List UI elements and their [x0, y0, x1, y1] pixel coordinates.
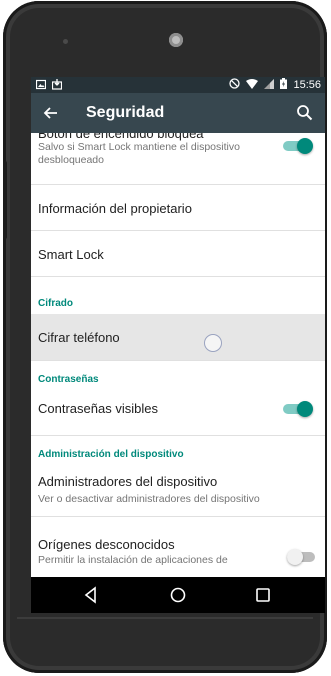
item-title: Smart Lock	[38, 247, 104, 262]
item-title: Botón de encendido bloquea	[38, 133, 204, 141]
list-item-device-admins[interactable]: Administradores del dispositivo Ver o de…	[31, 463, 325, 515]
item-subtitle: Permitir la instalación de aplicaciones …	[38, 554, 228, 566]
bezel-line	[17, 617, 313, 619]
item-subtitle: Salvo si Smart Lock mantiene el disposit…	[38, 141, 240, 166]
search-icon[interactable]	[295, 103, 315, 123]
unknown-sources-switch[interactable]	[287, 549, 317, 565]
settings-list: Botón de encendido bloquea Salvo si Smar…	[31, 133, 325, 577]
list-item-visible-passwords[interactable]: Contraseñas visibles	[31, 389, 325, 433]
list-item-unknown-sources[interactable]: Orígenes desconocidos Permitir la instal…	[31, 517, 325, 577]
section-header-device-admin: Administración del dispositivo	[38, 449, 184, 460]
item-title: Contraseñas visibles	[38, 401, 158, 416]
status-clock: 15:56	[293, 79, 321, 91]
side-button[interactable]	[3, 161, 7, 239]
nav-recents-icon[interactable]	[253, 585, 273, 605]
divider	[31, 435, 325, 436]
download-notification-icon	[51, 79, 63, 90]
visible-passwords-switch[interactable]	[283, 401, 313, 417]
screen: 15:56 Seguridad Botón de encendido bloqu…	[31, 77, 325, 613]
list-item-owner-info[interactable]: Información del propietario	[31, 185, 325, 230]
status-bar: 15:56	[31, 77, 325, 93]
arrow-back-icon[interactable]	[41, 103, 61, 123]
divider	[31, 276, 325, 277]
page-title: Seguridad	[86, 104, 165, 121]
nav-back-icon[interactable]	[81, 585, 101, 605]
gallery-notification-icon	[35, 79, 47, 90]
battery-icon	[280, 78, 288, 92]
navigation-bar	[31, 577, 325, 613]
do-not-disturb-icon	[229, 78, 241, 92]
list-item-power-lock[interactable]: Botón de encendido bloquea Salvo si Smar…	[31, 133, 325, 183]
power-lock-switch[interactable]	[283, 138, 313, 154]
signal-icon	[264, 78, 275, 92]
item-subtitle: Ver o desactivar administradores del dis…	[38, 493, 260, 505]
front-camera	[169, 33, 183, 47]
item-title: Información del propietario	[38, 201, 192, 216]
app-toolbar: Seguridad	[31, 93, 325, 133]
touch-indicator	[204, 334, 222, 352]
phone-frame: 15:56 Seguridad Botón de encendido bloqu…	[3, 1, 327, 673]
list-item-smart-lock[interactable]: Smart Lock	[31, 231, 325, 276]
nav-home-icon[interactable]	[168, 585, 188, 605]
item-title: Administradores del dispositivo	[38, 474, 218, 489]
list-item-encrypt-phone[interactable]: Cifrar teléfono	[31, 314, 325, 360]
wifi-icon	[246, 78, 259, 92]
section-header-passwords: Contraseñas	[38, 374, 99, 385]
sensor-dot	[63, 39, 68, 44]
divider	[31, 360, 325, 361]
section-header-encryption: Cifrado	[38, 298, 73, 309]
item-title: Cifrar teléfono	[38, 330, 120, 345]
item-title: Orígenes desconocidos	[38, 537, 175, 552]
